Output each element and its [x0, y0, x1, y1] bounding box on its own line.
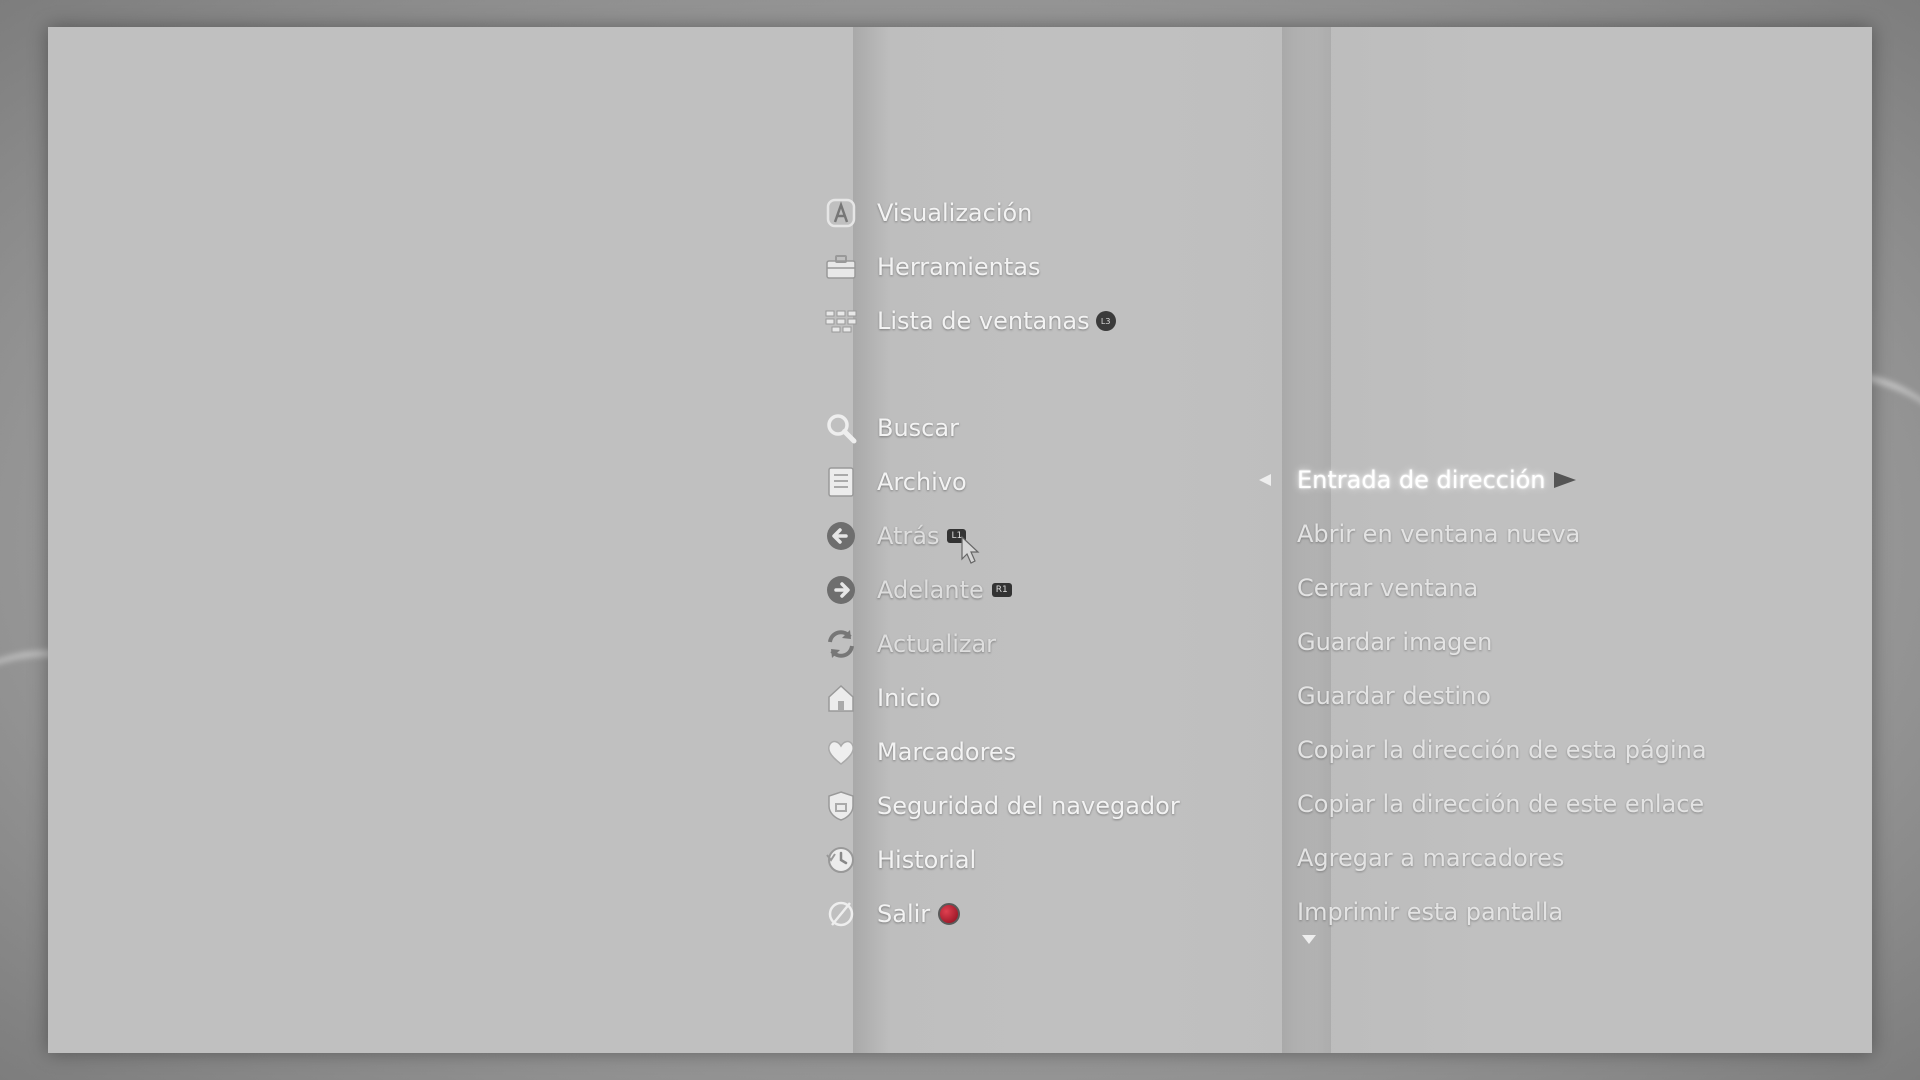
refresh-icon — [823, 626, 859, 662]
submenu-open-indicator-icon — [1259, 474, 1271, 486]
play-arrow-icon — [1553, 472, 1576, 488]
menu-item-salir[interactable]: Salir — [823, 892, 961, 936]
menu-item-label: Salir — [877, 900, 931, 928]
menu-item-label: Adelante — [877, 576, 984, 604]
menu-item-label: Inicio — [877, 684, 941, 712]
menu-item-buscar[interactable]: Buscar — [823, 406, 959, 450]
submenu-item-label: Agregar a marcadores — [1297, 844, 1565, 872]
shield-icon — [823, 788, 859, 824]
exit-icon — [823, 896, 859, 932]
back-arrow-icon — [823, 518, 859, 554]
submenu-item-label: Imprimir esta pantalla — [1297, 898, 1564, 926]
menu-item-label: Historial — [877, 846, 977, 874]
menu-item-actualizar[interactable]: Actualizar — [823, 622, 996, 666]
l3-button-badge: L3 — [1095, 311, 1116, 331]
menu-item-label: Visualización — [877, 199, 1033, 227]
menu-item-marcadores[interactable]: Marcadores — [823, 730, 1016, 774]
r1-button-badge: R1 — [991, 583, 1012, 597]
menu-item-archivo[interactable]: Archivo — [823, 460, 967, 504]
menu-item-seguridad-del-navegador[interactable]: Seguridad del navegador — [823, 784, 1180, 828]
menu-item-label: Actualizar — [877, 630, 997, 658]
menu-item-label: Seguridad del navegador — [877, 792, 1180, 820]
menu-item-label: Lista de ventanas — [877, 307, 1090, 335]
submenu-item-guardar-imagen[interactable]: Guardar imagen — [1297, 620, 1492, 664]
forward-arrow-icon — [823, 572, 859, 608]
submenu-item-guardar-destino[interactable]: Guardar destino — [1297, 674, 1491, 718]
menu-item-label: Herramientas — [877, 253, 1041, 281]
submenu-item-label: Guardar imagen — [1297, 628, 1493, 656]
search-icon — [823, 410, 859, 446]
submenu-item-label: Copiar la dirección de esta página — [1297, 736, 1707, 764]
menu-item-inicio[interactable]: Inicio — [823, 676, 941, 720]
file-icon — [823, 464, 859, 500]
menu-item-visualizacion[interactable]: Visualización — [823, 191, 1032, 235]
submenu-item-agregar-a-marcadores[interactable]: Agregar a marcadores — [1297, 836, 1564, 880]
menu-item-label: Atrás — [877, 522, 940, 550]
home-icon — [823, 680, 859, 716]
history-icon — [823, 842, 859, 878]
menu-item-label: Buscar — [877, 414, 959, 442]
heart-icon — [823, 734, 859, 770]
submenu-item-label: Entrada de dirección — [1297, 466, 1546, 494]
menu-item-herramientas[interactable]: Herramientas — [823, 245, 1040, 289]
submenu-item-cerrar-ventana[interactable]: Cerrar ventana — [1297, 566, 1478, 610]
scroll-down-icon[interactable] — [1302, 935, 1316, 944]
submenu-item-label: Guardar destino — [1297, 682, 1491, 710]
menu-item-label: Marcadores — [877, 738, 1017, 766]
menu-item-atras[interactable]: Atrás L1 — [823, 514, 967, 558]
submenu-item-label: Abrir en ventana nueva — [1297, 520, 1581, 548]
letter-a-icon — [823, 195, 859, 231]
menu-item-historial[interactable]: Historial — [823, 838, 976, 882]
submenu-item-imprimir-esta-pantalla[interactable]: Imprimir esta pantalla — [1297, 890, 1563, 934]
submenu-item-copiar-direccion-enlace[interactable]: Copiar la dirección de este enlace — [1297, 782, 1704, 826]
submenu-item-entrada-de-direccion[interactable]: Entrada de dirección — [1297, 458, 1576, 502]
submenu-item-label: Cerrar ventana — [1297, 574, 1479, 602]
pointer-cursor-icon — [961, 535, 980, 564]
circle-button-badge — [938, 903, 961, 925]
submenu-item-abrir-en-ventana-nueva[interactable]: Abrir en ventana nueva — [1297, 512, 1580, 556]
menu-item-lista-de-ventanas[interactable]: Lista de ventanas L3 — [823, 299, 1116, 343]
window-list-icon — [823, 303, 859, 339]
submenu-item-label: Copiar la dirección de este enlace — [1297, 790, 1705, 818]
menu-item-label: Archivo — [877, 468, 967, 496]
toolbox-icon — [823, 249, 859, 285]
menu-item-adelante[interactable]: Adelante R1 — [823, 568, 1012, 612]
submenu-item-copiar-direccion-pagina[interactable]: Copiar la dirección de esta página — [1297, 728, 1707, 772]
